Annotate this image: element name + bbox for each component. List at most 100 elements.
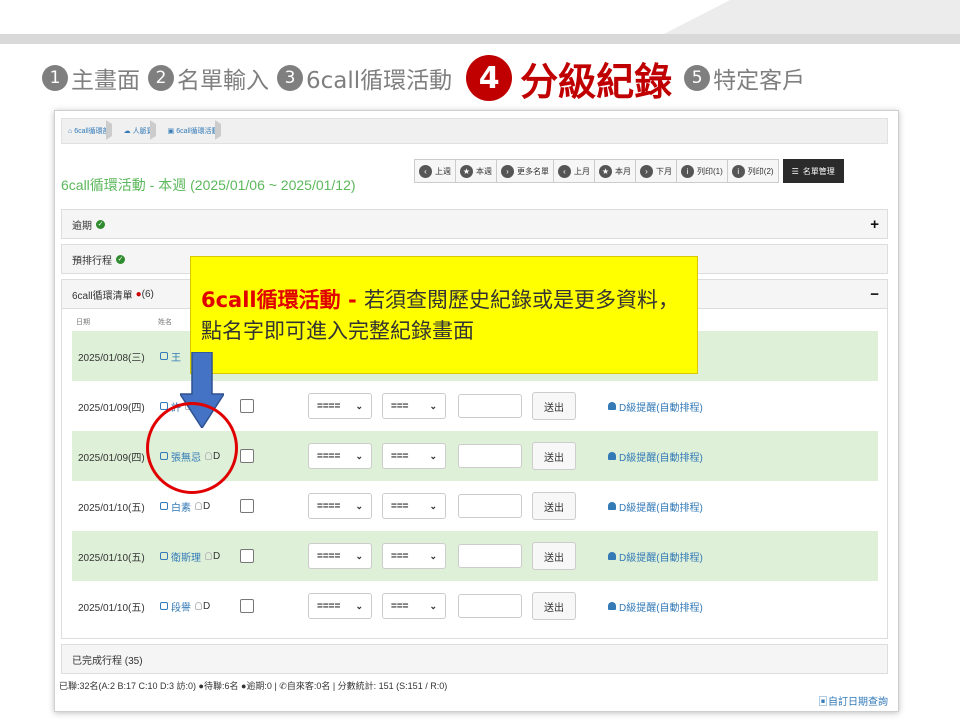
- contact-name-link[interactable]: 白素 D: [160, 499, 210, 514]
- note-input[interactable]: [458, 394, 522, 418]
- highlight-circle: [146, 402, 238, 494]
- cloud-icon: ☁: [123, 128, 131, 135]
- breadcrumb-item-home[interactable]: ⌂ 6call循環部: [68, 126, 110, 136]
- checkbox-icon: [160, 602, 168, 610]
- info-icon: i: [731, 164, 745, 178]
- button-label: 列印(1): [697, 166, 723, 176]
- grade-select[interactable]: ==== ⌄: [308, 493, 372, 519]
- step-1: 1 主畫面: [42, 61, 140, 95]
- status-select[interactable]: === ⌄: [382, 393, 446, 419]
- reminder-link[interactable]: D級提醒(自動排程): [608, 499, 703, 514]
- step-label: 主畫面: [71, 68, 140, 94]
- contact-name-link[interactable]: 衛斯理 D: [160, 549, 220, 564]
- status-select[interactable]: === ⌄: [382, 593, 446, 619]
- reminder-link[interactable]: D級提醒(自動排程): [608, 399, 703, 414]
- row-date: 2025/01/10(五): [78, 602, 145, 614]
- custom-date-query-link[interactable]: ▣自訂日期查詢: [818, 693, 888, 708]
- expand-icon[interactable]: +: [870, 216, 879, 233]
- step-label: 特定客戶: [713, 68, 806, 94]
- reminder-link[interactable]: D級提醒(自動排程): [608, 449, 703, 464]
- note-input[interactable]: [458, 594, 522, 618]
- overdue-panel[interactable]: 逾期 ✓ +: [61, 209, 888, 239]
- contact-name: 白素: [171, 502, 191, 514]
- status-select[interactable]: === ⌄: [382, 493, 446, 519]
- step-3: 3 6call循環活動: [277, 61, 452, 95]
- calendar-icon: ▣: [818, 697, 828, 708]
- row-checkbox[interactable]: [240, 499, 254, 513]
- bell-icon: [608, 452, 616, 460]
- send-button[interactable]: 送出: [532, 492, 576, 520]
- grade-select[interactable]: ==== ⌄: [308, 443, 372, 469]
- check-icon: ✓: [96, 219, 105, 229]
- grade-select[interactable]: ==== ⌄: [308, 543, 372, 569]
- step-label: 6call循環活動: [306, 68, 453, 94]
- send-button[interactable]: 送出: [532, 442, 576, 470]
- status-select[interactable]: === ⌄: [382, 443, 446, 469]
- row-date: 2025/01/09(四): [78, 452, 145, 464]
- print-1-button[interactable]: i 列印(1): [676, 159, 728, 183]
- chevron-down-icon: ⌄: [429, 500, 437, 511]
- send-button[interactable]: 送出: [532, 542, 576, 570]
- chevron-down-icon: ⌄: [429, 550, 437, 561]
- status-select[interactable]: === ⌄: [382, 543, 446, 569]
- select-value: ====: [317, 550, 341, 562]
- panel-title: 逾期: [72, 220, 92, 232]
- collapse-icon[interactable]: −: [870, 286, 879, 303]
- grade-select[interactable]: ==== ⌄: [308, 593, 372, 619]
- table-row: 2025/01/10(五) 衛斯理 D ==== ⌄ === ⌄ 送出 D級提醒(自動…: [72, 531, 878, 581]
- note-input[interactable]: [458, 494, 522, 518]
- breadcrumb-item-contacts[interactable]: ☁ 人脈寶: [124, 126, 154, 136]
- row-checkbox[interactable]: [240, 449, 254, 463]
- note-input[interactable]: [458, 444, 522, 468]
- button-label: 本月: [615, 166, 631, 176]
- reminder-label: D級提醒(自動排程): [619, 502, 703, 514]
- button-label: 名單管理: [802, 166, 835, 176]
- more-list-button[interactable]: › 更多名單: [496, 159, 554, 183]
- button-label: 下月: [656, 166, 672, 176]
- step-2: 2 名單輸入: [148, 61, 269, 95]
- breadcrumb-item-activity[interactable]: ▣ 6call循環活動: [168, 126, 219, 136]
- link-label: 自訂日期查詢: [828, 697, 888, 708]
- manage-list-button[interactable]: ☰ 名單管理: [782, 159, 844, 183]
- step-number: 2: [148, 65, 174, 91]
- row-checkbox[interactable]: [240, 549, 254, 563]
- reminder-label: D級提醒(自動排程): [619, 552, 703, 564]
- completed-panel[interactable]: 已完成行程 (35): [61, 644, 888, 674]
- contact-name: 衛斯理: [171, 552, 201, 564]
- chevron-down-icon: ⌄: [355, 500, 363, 511]
- row-checkbox[interactable]: [240, 399, 254, 413]
- reminder-label: D級提醒(自動排程): [619, 402, 703, 414]
- contact-name-link[interactable]: 王: [160, 349, 181, 364]
- note-input[interactable]: [458, 544, 522, 568]
- chevron-left-icon: ‹: [558, 164, 571, 178]
- prev-month-button[interactable]: ‹ 上月: [553, 159, 595, 183]
- home-icon: ⌂: [68, 127, 73, 135]
- row-date: 2025/01/10(五): [78, 502, 145, 514]
- contact-name-link[interactable]: 段譽 D: [160, 599, 210, 614]
- send-button[interactable]: 送出: [532, 392, 576, 420]
- reminder-link[interactable]: D級提醒(自動排程): [608, 549, 703, 564]
- star-icon: ★: [599, 164, 612, 178]
- next-month-button[interactable]: › 下月: [635, 159, 677, 183]
- reminder-link[interactable]: D級提醒(自動排程): [608, 599, 703, 614]
- chevron-down-icon: ⌄: [355, 450, 363, 461]
- chevron-down-icon: ⌄: [355, 600, 363, 611]
- chevron-left-icon: ‹: [419, 164, 432, 178]
- this-week-button[interactable]: ★ 本週: [455, 159, 497, 183]
- select-value: ===: [391, 450, 409, 462]
- header-stripe: [0, 34, 960, 44]
- chevron-down-icon: ⌄: [429, 400, 437, 411]
- status-summary: 已聯:32名(A:2 B:17 C:10 D:3 訪:0) ●待聯:6名 ●逾期…: [59, 681, 448, 691]
- this-month-button[interactable]: ★ 本月: [594, 159, 636, 183]
- step-number: 3: [277, 65, 303, 91]
- grade-select[interactable]: ==== ⌄: [308, 393, 372, 419]
- annotation-callout: 6call循環活動 - 若須查閱歷史紀錄或是更多資料，點名字即可進入完整紀錄畫面: [190, 256, 698, 374]
- prev-week-button[interactable]: ‹ 上週: [414, 159, 456, 183]
- row-checkbox[interactable]: [240, 599, 254, 613]
- select-value: ===: [391, 500, 409, 512]
- send-button[interactable]: 送出: [532, 592, 576, 620]
- step-number: 1: [42, 65, 68, 91]
- print-2-button[interactable]: i 列印(2): [726, 159, 779, 183]
- panel-title: 預排行程: [72, 255, 112, 267]
- chevron-down-icon: ⌄: [429, 450, 437, 461]
